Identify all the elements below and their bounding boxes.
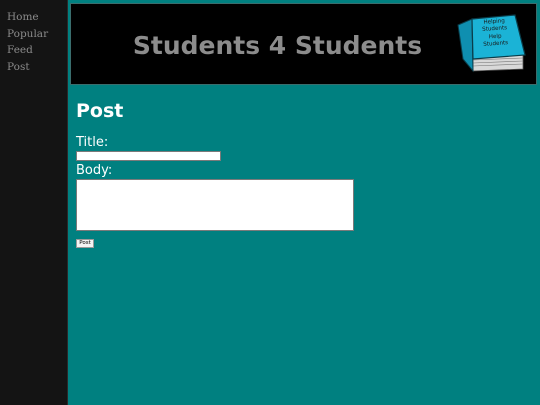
title-label: Title: xyxy=(76,135,109,150)
page-title: Post xyxy=(76,100,124,122)
sidebar-item-home[interactable]: Home xyxy=(0,9,67,26)
sidebar-item-post[interactable]: Post xyxy=(0,59,67,76)
site-header: Students 4 Students Helping Students Hel… xyxy=(70,3,537,85)
logo: Helping Students Help Students xyxy=(455,13,527,73)
sidebar: Home Popular Feed Post xyxy=(0,0,68,405)
site-title: Students 4 Students xyxy=(132,31,423,60)
logo-text: Helping Students Help Students xyxy=(482,18,509,49)
body-label: Body: xyxy=(76,163,113,178)
sidebar-item-feed[interactable]: Feed xyxy=(0,42,67,59)
body-textarea[interactable] xyxy=(76,179,354,231)
post-form-area: Post Title: Body: Post xyxy=(76,98,354,248)
title-input[interactable] xyxy=(76,151,221,161)
post-button[interactable]: Post xyxy=(76,239,94,248)
sidebar-item-popular[interactable]: Popular xyxy=(0,26,67,43)
